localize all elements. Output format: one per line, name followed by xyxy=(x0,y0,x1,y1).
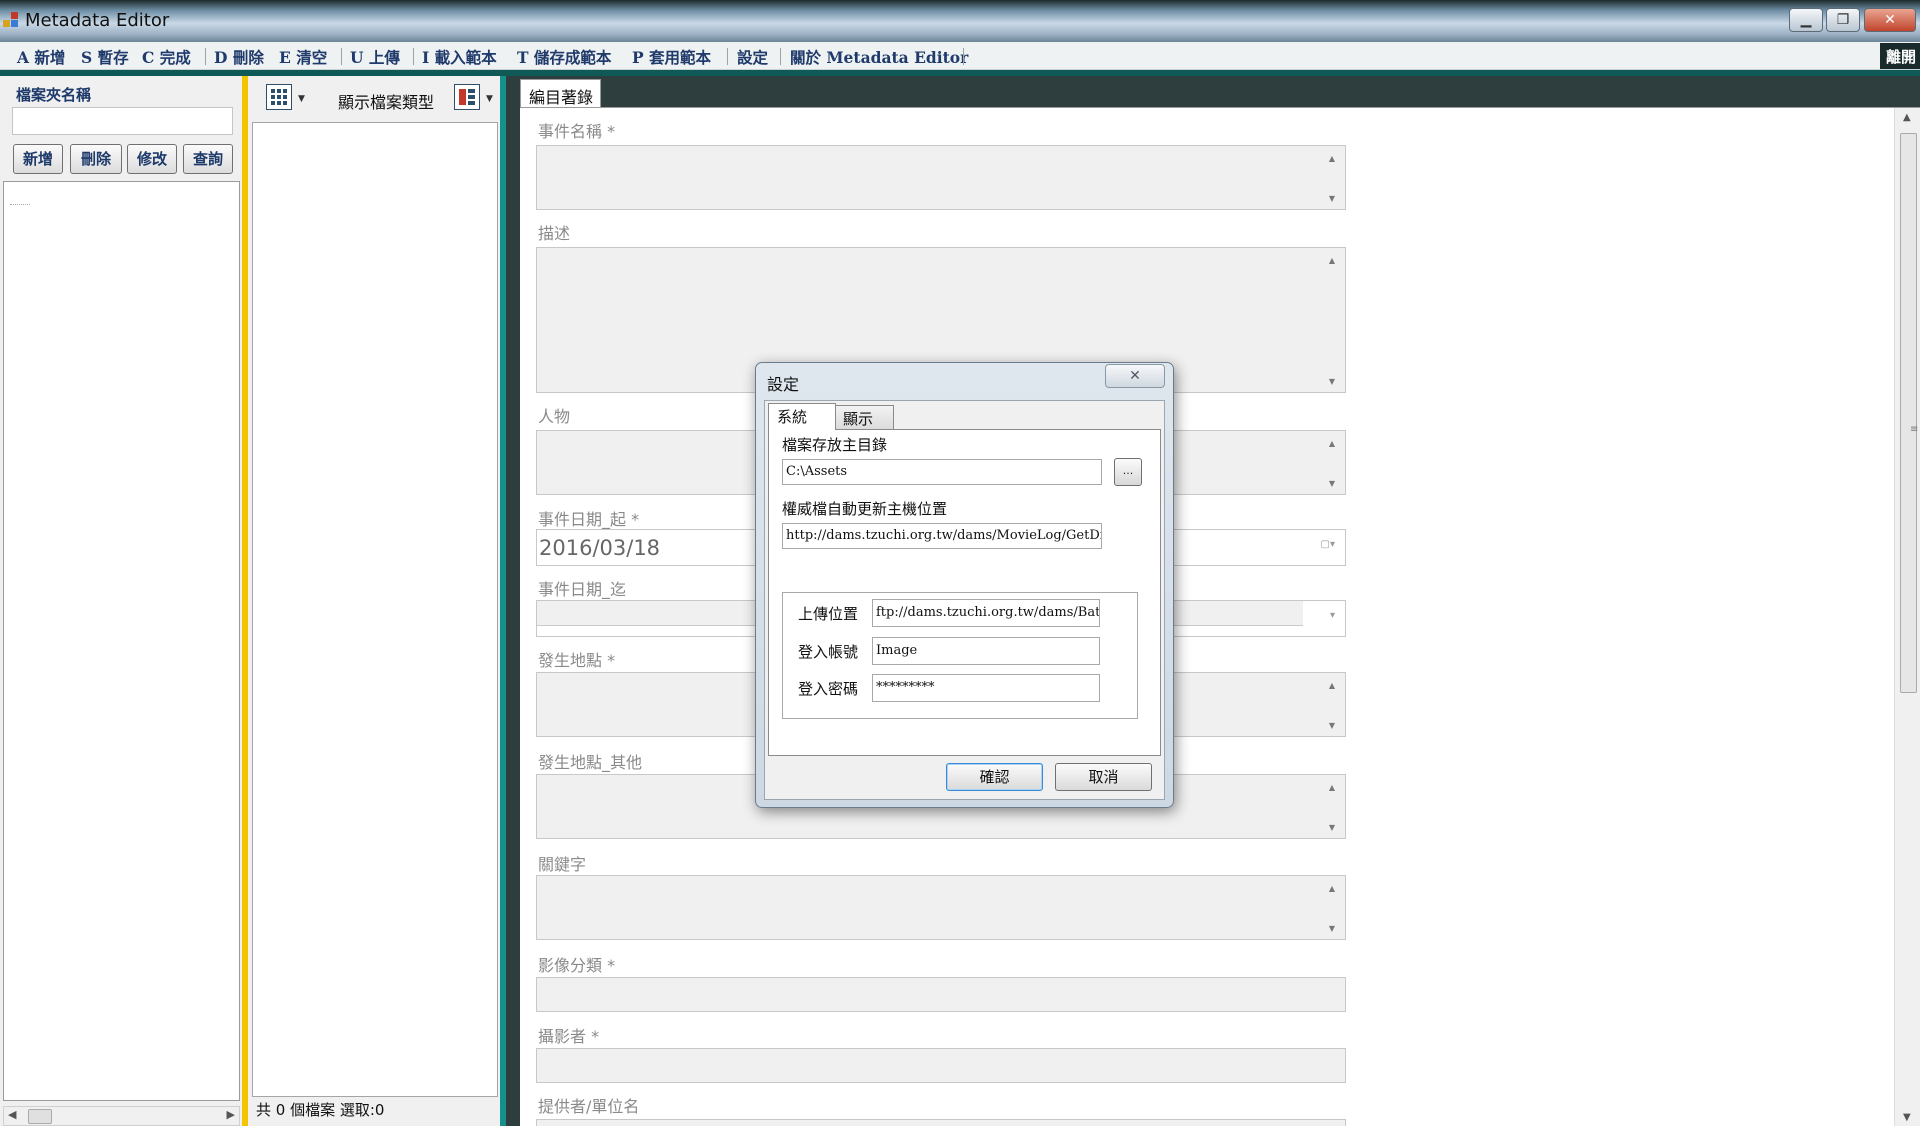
close-window-button[interactable]: ✕ xyxy=(1864,8,1916,32)
file-list[interactable] xyxy=(252,122,498,1097)
browse-button[interactable]: ... xyxy=(1114,458,1142,486)
metadata-editor: 編目著錄 事件名稱 * ▲ ▼ 描述 ▲ ▼ 人物 ▲ ▼ 事件日期_起 * 2016… xyxy=(520,76,1920,1126)
menu-item-clear[interactable]: E 清空 xyxy=(279,46,327,68)
panel-gap xyxy=(506,76,520,1126)
provider-label: 提供者/單位名 xyxy=(538,1097,640,1116)
close-icon[interactable]: ✕ xyxy=(1105,364,1165,388)
image-category-label: 影像分類 * xyxy=(538,956,616,975)
chevron-down-icon[interactable]: ▼ xyxy=(298,94,305,104)
menu-item-load-template[interactable]: I 載入範本 xyxy=(422,46,497,68)
password-label: 登入密碼 xyxy=(798,680,859,698)
folder-name-input[interactable] xyxy=(12,107,233,135)
dialog-body: 系統 顯示 檔案存放主目錄 C:\Assets ... 權威檔自動更新主機位置 … xyxy=(764,400,1165,800)
upload-location-label: 上傳位置 xyxy=(798,605,859,623)
date-from-value: 2016/03/18 xyxy=(539,536,661,560)
provider-field[interactable] xyxy=(536,1119,1346,1126)
menu-item-exit[interactable]: 離開 xyxy=(1880,43,1920,69)
view-mode-icon[interactable] xyxy=(266,84,292,110)
menu-separator xyxy=(780,48,781,65)
scroll-right-icon[interactable]: ▶ xyxy=(227,1108,235,1121)
file-type-icon[interactable] xyxy=(454,84,480,110)
file-count-status: 共 0 個檔案 選取:0 xyxy=(256,1101,385,1119)
menu-item-new[interactable]: A 新增 xyxy=(17,46,65,68)
place-other-label: 發生地點_其他 xyxy=(538,753,643,772)
menu-separator xyxy=(205,48,206,65)
password-input[interactable]: ********* xyxy=(872,674,1100,702)
app-icon xyxy=(3,12,21,28)
menu-item-apply-template[interactable]: P 套用範本 xyxy=(632,46,711,68)
show-file-type-label: 顯示檔案類型 xyxy=(338,93,435,112)
menu-item-about[interactable]: 關於 Metadata Editor xyxy=(790,46,968,68)
menu-item-complete[interactable]: C 完成 xyxy=(142,46,191,68)
scroll-up-icon[interactable]: ▲ xyxy=(1903,112,1911,123)
scrollbar-thumb[interactable]: ≡ xyxy=(1900,133,1918,693)
folder-add-button[interactable]: 新增 xyxy=(13,144,63,174)
account-input[interactable]: Image xyxy=(872,637,1100,665)
photographer-field[interactable] xyxy=(536,1048,1346,1083)
tab-system[interactable]: 系統 xyxy=(768,403,836,430)
menu-separator xyxy=(963,48,964,65)
menu-separator xyxy=(341,48,342,65)
folder-delete-button[interactable]: 刪除 xyxy=(70,144,122,174)
description-label: 描述 xyxy=(538,224,571,243)
menu-bar: A 新增 S 暫存 C 完成 D 刪除 E 清空 U 上傳 I 載入範本 T 儲… xyxy=(0,42,1920,70)
folder-tree[interactable] xyxy=(3,181,240,1101)
tab-catalog[interactable]: 編目著錄 xyxy=(520,79,601,107)
file-list-panel: ▼ 顯示檔案類型 ▼ 共 0 個檔案 選取:0 xyxy=(248,76,500,1126)
person-label: 人物 xyxy=(538,407,571,426)
menu-item-delete[interactable]: D 刪除 xyxy=(214,46,264,68)
window-title: Metadata Editor xyxy=(25,10,170,31)
account-label: 登入帳號 xyxy=(798,643,859,661)
form-scrollbar[interactable]: ▲ ≡ ▼ xyxy=(1894,108,1920,1126)
upload-location-input[interactable]: ftp://dams.tzuchi.org.tw/dams/BatchUploa… xyxy=(872,599,1100,627)
authority-host-label: 權威檔自動更新主機位置 xyxy=(782,500,948,518)
event-name-label: 事件名稱 * xyxy=(538,122,616,141)
menu-item-settings[interactable]: 設定 xyxy=(737,46,768,68)
keywords-label: 關鍵字 xyxy=(538,855,587,874)
calendar-icon[interactable]: ▢▾ xyxy=(1321,539,1335,550)
system-tab-page: 檔案存放主目錄 C:\Assets ... 權威檔自動更新主機位置 http:/… xyxy=(768,429,1161,756)
image-category-field[interactable] xyxy=(536,977,1346,1012)
restore-button[interactable]: ❐ xyxy=(1826,8,1860,32)
ok-button[interactable]: 確認 xyxy=(946,763,1043,791)
home-dir-input[interactable]: C:\Assets xyxy=(782,459,1102,485)
file-list-toolbar: ▼ 顯示檔案類型 ▼ xyxy=(248,76,500,120)
authority-host-input[interactable]: http://dams.tzuchi.org.tw/dams/MovieLog/… xyxy=(782,523,1102,549)
tab-display[interactable]: 顯示 xyxy=(834,405,894,429)
place-label: 發生地點 * xyxy=(538,651,616,670)
menu-item-upload[interactable]: U 上傳 xyxy=(350,46,400,68)
folder-edit-button[interactable]: 修改 xyxy=(127,144,177,174)
settings-dialog: 設定 ✕ 系統 顯示 檔案存放主目錄 C:\Assets ... 權威檔自動更新… xyxy=(755,362,1174,808)
menu-separator xyxy=(413,48,414,65)
title-bar: Metadata Editor ▁ ❐ ✕ xyxy=(0,0,1920,42)
scrollbar-thumb[interactable] xyxy=(28,1109,52,1124)
event-name-field[interactable]: ▲ ▼ xyxy=(536,145,1346,210)
home-dir-label: 檔案存放主目錄 xyxy=(782,436,888,454)
menu-item-save-template[interactable]: T 儲存成範本 xyxy=(517,46,611,68)
folder-tree-scrollbar[interactable]: ◀ ▶ xyxy=(3,1106,240,1126)
scroll-left-icon[interactable]: ◀ xyxy=(8,1108,16,1121)
folder-panel: 檔案夾名稱 新增 刪除 修改 查詢 ◀ ▶ xyxy=(0,76,242,1126)
keywords-field[interactable]: ▲ ▼ xyxy=(536,875,1346,940)
folder-name-label: 檔案夾名稱 xyxy=(16,86,92,104)
date-to-label: 事件日期_迄 xyxy=(538,580,627,599)
dialog-title: 設定 xyxy=(767,375,800,394)
calendar-icon[interactable]: ▾ xyxy=(1330,610,1335,621)
upload-groupbox: 上傳位置 ftp://dams.tzuchi.org.tw/dams/Batch… xyxy=(782,592,1138,719)
catalog-form: 事件名稱 * ▲ ▼ 描述 ▲ ▼ 人物 ▲ ▼ 事件日期_起 * 2016/03/1… xyxy=(520,107,1920,1126)
cancel-button[interactable]: 取消 xyxy=(1055,763,1152,791)
menu-item-save-draft[interactable]: S 暫存 xyxy=(81,46,129,68)
scroll-down-icon[interactable]: ▼ xyxy=(1903,1112,1911,1123)
chevron-down-icon[interactable]: ▼ xyxy=(486,94,493,104)
folder-search-button[interactable]: 查詢 xyxy=(183,144,233,174)
minimize-button[interactable]: ▁ xyxy=(1789,8,1823,32)
date-from-label: 事件日期_起 * xyxy=(538,510,640,529)
menu-separator xyxy=(727,48,728,65)
photographer-label: 攝影者 * xyxy=(538,1027,600,1046)
